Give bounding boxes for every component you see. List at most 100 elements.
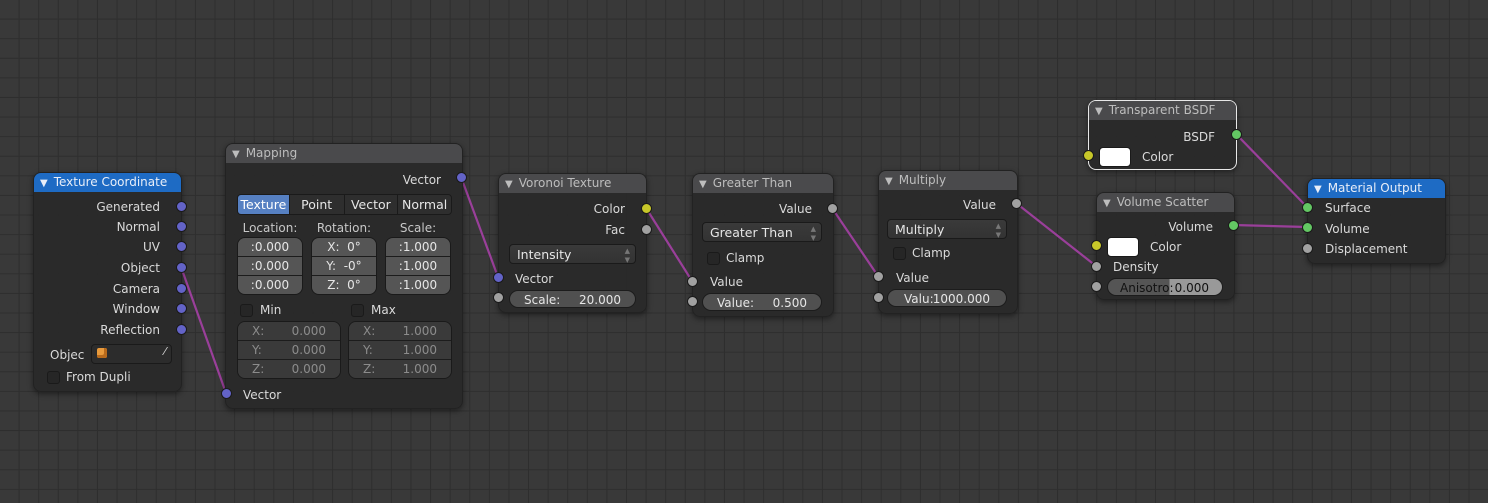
socket-volume-out[interactable] [1228,220,1239,231]
socket-voronoi-vector[interactable] [493,272,504,283]
socket-window[interactable] [176,303,187,314]
socket-multiply-out[interactable] [1011,198,1022,209]
min-x-field[interactable]: X: 0.000 [238,322,340,341]
texture-coordinate-node[interactable]: ▼ Texture Coordinate Generated Normal UV … [33,172,182,392]
object-field[interactable]: ⁄ [91,344,172,364]
node-header[interactable]: ▼ Volume Scatter [1097,193,1234,212]
location-x-field[interactable]: :0.000 [238,238,302,257]
operation-dropdown[interactable]: Multiply ▲ ▼ [887,219,1007,239]
value-field[interactable]: Value: 0.500 [702,293,822,311]
from-dupli-checkbox[interactable] [47,371,60,384]
volume-scatter-node[interactable]: ▼ Volume Scatter Volume Color Density Ani… [1096,192,1235,300]
socket-greaterthan-out[interactable] [827,203,838,214]
output-generated: Generated [96,200,160,214]
link-vector-to-voronoi [459,176,500,278]
anisotropy-field[interactable]: Anisotro: 0.000 [1107,278,1223,296]
multiply-node[interactable]: ▼ Multiply Value Multiply ▲ ▼ Clamp Value V… [878,170,1018,314]
rotation-y-field[interactable]: Y: -0° [312,257,376,276]
collapse-triangle-icon[interactable]: ▼ [40,174,48,193]
input-vector: Vector [243,388,282,402]
tab-vector[interactable]: Vector [344,195,399,214]
scale-x-field[interactable]: :1.000 [386,238,450,257]
color-swatch[interactable] [1107,237,1139,257]
socket-greaterthan-in1[interactable] [687,276,698,287]
output-window: Window [112,302,160,316]
voronoi-texture-node[interactable]: ▼ Voronoi Texture Color Fac Intensity ▲ ▼ V… [498,173,647,313]
node-header[interactable]: ▼ Greater Than [693,174,833,193]
output-normal: Normal [116,220,160,234]
location-y-field[interactable]: :0.000 [238,257,302,276]
max-label: Max [371,303,396,317]
collapse-triangle-icon[interactable]: ▼ [1314,180,1322,199]
socket-output-displacement[interactable] [1302,243,1313,254]
min-y-field[interactable]: Y: 0.000 [238,341,340,360]
scale-field[interactable]: Scale: 20.000 [509,290,636,308]
socket-scatter-anisotropy[interactable] [1091,281,1102,292]
socket-scatter-color[interactable] [1091,240,1102,251]
eyedropper-icon[interactable]: ⁄ [164,345,166,358]
rotation-fields: X: 0° Y: -0° Z: 0° [311,237,377,295]
max-fields: X: 1.000 Y: 1.000 Z: 1.000 [348,321,452,379]
node-header[interactable]: ▼ Texture Coordinate [34,173,181,192]
collapse-triangle-icon[interactable]: ▼ [1095,102,1103,121]
tab-texture[interactable]: Texture [238,195,290,214]
max-checkbox[interactable] [351,304,364,317]
collapse-triangle-icon[interactable]: ▼ [232,145,240,164]
scale-label: Scale: [399,221,437,235]
socket-scatter-density[interactable] [1091,261,1102,272]
socket-multiply-in2[interactable] [873,292,884,303]
rotation-z-field[interactable]: Z: 0° [312,276,376,294]
mapping-node[interactable]: ▼ Mapping Vector Texture Point Vector Nor… [225,143,463,409]
from-dupli-label: From Dupli [66,370,131,384]
socket-normal[interactable] [176,221,187,232]
socket-generated[interactable] [176,201,187,212]
collapse-triangle-icon[interactable]: ▼ [885,172,893,191]
value-field[interactable]: Valu: 1000.000 [887,289,1007,307]
socket-voronoi-fac[interactable] [641,224,652,235]
socket-bsdf-color[interactable] [1083,150,1094,161]
clamp-checkbox[interactable] [707,252,720,265]
transparent-bsdf-node[interactable]: ▼ Transparent BSDF BSDF Color [1088,100,1237,170]
tab-point[interactable]: Point [289,195,345,214]
rotation-x-field[interactable]: X: 0° [312,238,376,257]
min-fields: X: 0.000 Y: 0.000 Z: 0.000 [237,321,341,379]
socket-mapping-vector-out[interactable] [456,172,467,183]
node-header[interactable]: ▼ Mapping [226,144,462,163]
scale-z-field[interactable]: :1.000 [386,276,450,294]
socket-reflection[interactable] [176,324,187,335]
coloring-dropdown[interactable]: Intensity ▲ ▼ [509,244,636,264]
min-checkbox[interactable] [240,304,253,317]
node-header[interactable]: ▼ Transparent BSDF [1089,101,1236,120]
material-output-node[interactable]: ▼ Material Output Surface Volume Displace… [1307,178,1446,264]
output-fac: Fac [605,223,625,237]
greater-than-node[interactable]: ▼ Greater Than Value Greater Than ▲ ▼ Clamp… [692,173,834,317]
location-z-field[interactable]: :0.000 [238,276,302,294]
node-header[interactable]: ▼ Material Output [1308,179,1445,198]
socket-greaterthan-in2[interactable] [687,296,698,307]
max-y-field[interactable]: Y: 1.000 [349,341,451,360]
clamp-checkbox[interactable] [893,247,906,260]
operation-dropdown[interactable]: Greater Than ▲ ▼ [702,222,822,242]
socket-bsdf-out[interactable] [1231,129,1242,140]
scale-y-field[interactable]: :1.000 [386,257,450,276]
socket-camera[interactable] [176,283,187,294]
min-z-field[interactable]: Z: 0.000 [238,360,340,378]
node-header[interactable]: ▼ Voronoi Texture [499,174,646,193]
collapse-triangle-icon[interactable]: ▼ [505,175,513,194]
max-x-field[interactable]: X: 1.000 [349,322,451,341]
socket-output-surface[interactable] [1302,202,1313,213]
node-header[interactable]: ▼ Multiply [879,171,1017,190]
color-swatch[interactable] [1099,147,1131,167]
socket-multiply-in1[interactable] [873,271,884,282]
socket-object[interactable] [176,262,187,273]
socket-voronoi-scale[interactable] [493,292,504,303]
socket-uv[interactable] [176,241,187,252]
socket-voronoi-color[interactable] [641,203,652,214]
socket-output-volume[interactable] [1302,222,1313,233]
tab-normal[interactable]: Normal [398,195,451,214]
max-z-field[interactable]: Z: 1.000 [349,360,451,378]
output-uv: UV [143,240,160,254]
collapse-triangle-icon[interactable]: ▼ [1103,194,1111,213]
socket-mapping-vector-in[interactable] [221,388,232,399]
collapse-triangle-icon[interactable]: ▼ [699,175,707,194]
